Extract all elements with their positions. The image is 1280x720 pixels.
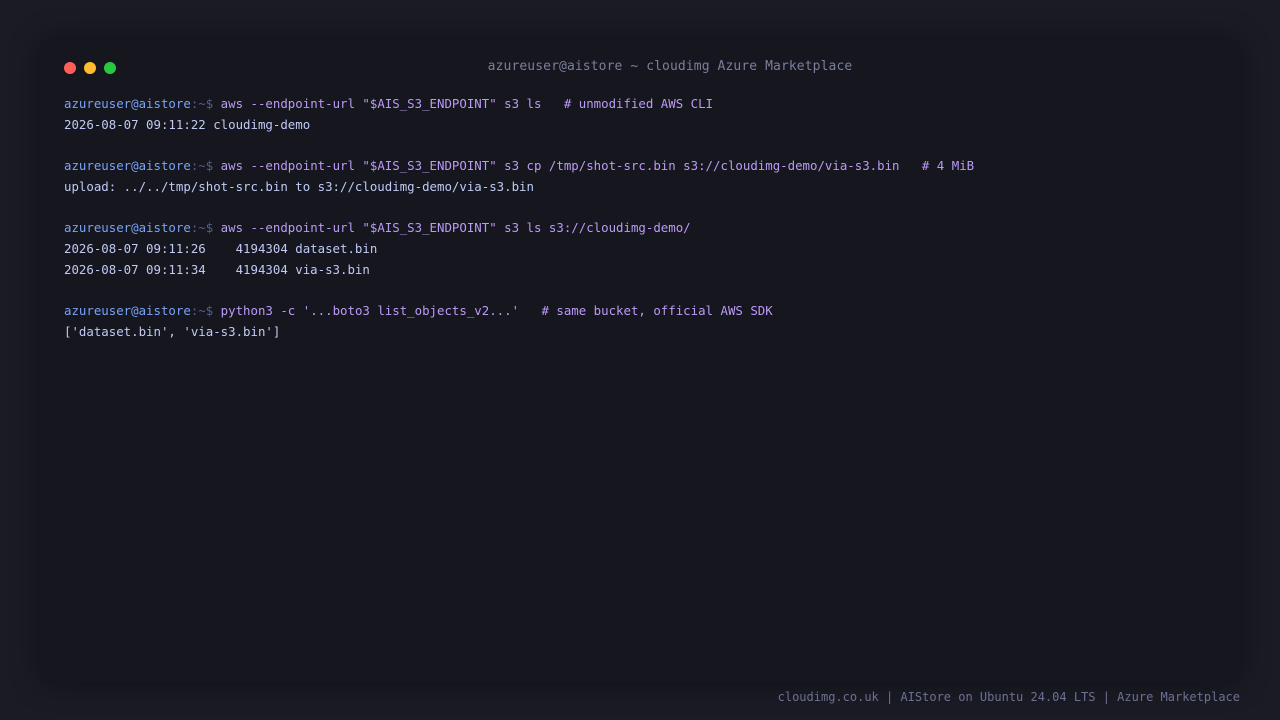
prompt-separator: :~$ bbox=[190, 158, 221, 174]
prompt-separator: :~$ bbox=[190, 96, 221, 111]
command-line: azureuser@aistore:~$ aws --endpoint-url … bbox=[64, 94, 1224, 115]
prompt-separator: :~$ bbox=[190, 220, 221, 236]
command-line: azureuser@aistore:~$ aws --endpoint-url … bbox=[64, 218, 1224, 239]
prompt-separator: :~$ bbox=[190, 302, 221, 318]
output-line: 2026-08-07 09:11:26 4194304 dataset.bin bbox=[64, 240, 378, 256]
prompt-user: azureuser@aistore bbox=[64, 96, 191, 111]
command-line: azureuser@aistore:~$ python3 -c '...boto… bbox=[64, 301, 1224, 322]
prompt-user: azureuser@aistore bbox=[64, 220, 191, 236]
command-line: azureuser@aistore:~$ aws --endpoint-url … bbox=[64, 156, 1224, 177]
title-bar: azureuser@aistore ~ cloudimg Azure Marke… bbox=[40, 40, 1240, 96]
command-text: python3 -c '...boto3 list_objects_v2...'… bbox=[220, 302, 773, 318]
output-line: 2026-08-07 09:11:34 4194304 via-s3.bin bbox=[64, 261, 370, 277]
prompt-user: azureuser@aistore bbox=[64, 302, 191, 318]
command-text: aws --endpoint-url "$AIS_S3_ENDPOINT" s3… bbox=[220, 220, 691, 236]
output-line: 2026-08-07 09:11:22 cloudimg-demo bbox=[64, 116, 311, 132]
output-line: upload: ../../tmp/shot-src.bin to s3://c… bbox=[64, 178, 534, 194]
output-line: ['dataset.bin', 'via-s3.bin'] bbox=[64, 323, 281, 339]
terminal-output[interactable]: azureuser@aistore:~$ aws --endpoint-url … bbox=[64, 94, 1224, 342]
footer-caption: cloudimg.co.uk | AIStore on Ubuntu 24.04… bbox=[777, 690, 1240, 704]
command-text: aws --endpoint-url "$AIS_S3_ENDPOINT" s3… bbox=[220, 96, 714, 111]
command-text: aws --endpoint-url "$AIS_S3_ENDPOINT" s3… bbox=[220, 158, 975, 174]
terminal-window: azureuser@aistore ~ cloudimg Azure Marke… bbox=[40, 40, 1240, 682]
prompt-user: azureuser@aistore bbox=[64, 158, 191, 174]
window-title: azureuser@aistore ~ cloudimg Azure Marke… bbox=[487, 59, 853, 74]
